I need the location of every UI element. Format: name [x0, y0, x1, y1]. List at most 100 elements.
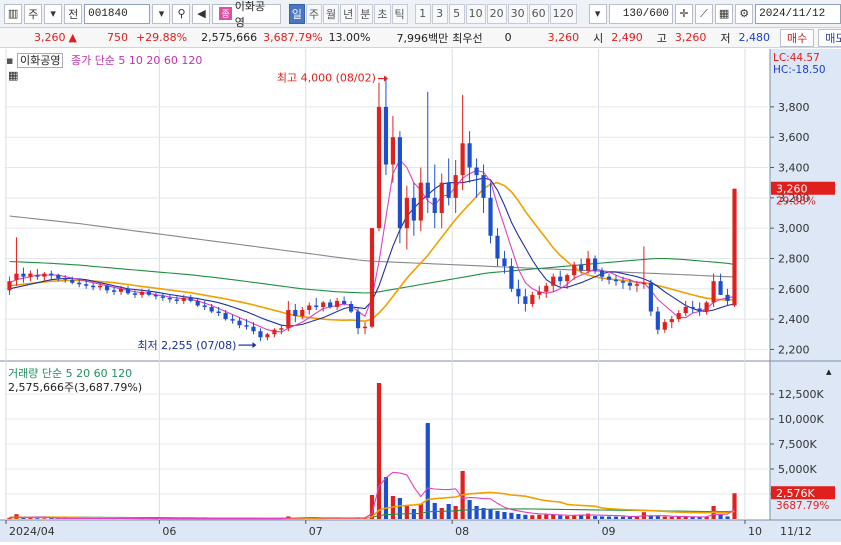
period-tab-8[interactable]: 3 — [431, 3, 448, 24]
x-tick-label: 07 — [309, 525, 323, 538]
candle-body — [49, 273, 54, 276]
date-input[interactable]: 2024/11/12 — [755, 3, 841, 24]
period-tab-4[interactable]: 분 — [357, 3, 374, 24]
chart-area[interactable]: 2024/0406070809101111/123,8003,6003,4003… — [0, 49, 841, 542]
candle-body — [690, 306, 695, 309]
price-tick-label: 3,800 — [778, 101, 810, 114]
period-tab-1[interactable]: 주 — [305, 3, 323, 24]
volume-bar — [516, 514, 521, 519]
stock-name: 이화공영 — [234, 0, 266, 29]
period-tab-0[interactable]: 일 — [288, 3, 305, 24]
price-tick-label: 2,400 — [778, 313, 810, 326]
price-tick-label: 2,800 — [778, 252, 810, 265]
volume-ratio: 3,687.79% — [263, 31, 323, 44]
candle-body — [551, 276, 556, 286]
stock-code-input[interactable]: 001840 — [84, 3, 151, 24]
candle-body — [42, 273, 47, 277]
candle-body — [63, 278, 68, 280]
candle-body — [153, 294, 158, 297]
volume-bar — [655, 516, 660, 519]
candle-body — [28, 273, 33, 277]
candle-body — [188, 297, 193, 301]
price-tick-label: 3,600 — [778, 131, 810, 144]
candle-body — [125, 288, 131, 294]
period-dropdown-icon[interactable]: ▾ — [588, 3, 607, 24]
volume-tick-label: 12,500K — [778, 388, 824, 401]
last-price-tag-text: 3,260 — [776, 183, 808, 196]
period-tab-14[interactable]: 120 — [549, 3, 577, 24]
low-label: 저 — [720, 31, 731, 45]
change-value: 750 — [106, 31, 128, 44]
candle-body — [418, 182, 423, 221]
candle-body — [495, 235, 500, 259]
candle-body — [586, 258, 591, 271]
panel-resize-icon[interactable]: ▴ — [826, 365, 832, 378]
search-icon[interactable]: ⚲ — [172, 3, 191, 24]
draw-tool-icon[interactable]: ⟋ — [695, 3, 714, 24]
open-price: 2,490 — [611, 31, 643, 44]
period-tab-6[interactable]: 틱 — [391, 3, 408, 24]
period-tab-11[interactable]: 20 — [486, 3, 507, 24]
candle-body — [599, 270, 605, 277]
period-tab-13[interactable]: 60 — [528, 3, 549, 24]
chart-svg[interactable]: 2024/0406070809101111/123,8003,6003,4003… — [0, 49, 841, 542]
candle-body — [565, 275, 570, 282]
period-tab-3[interactable]: 년 — [340, 3, 357, 24]
candle-body — [118, 288, 124, 292]
volume-bar — [418, 504, 423, 519]
data-count-field[interactable]: 130/600 — [608, 3, 674, 24]
candle-body — [98, 285, 103, 288]
volume-bar — [383, 477, 389, 519]
candle-body — [77, 282, 82, 285]
candle-body — [230, 319, 235, 321]
buy-button[interactable]: 매수 — [780, 28, 815, 47]
speaker-icon[interactable]: ◀ — [192, 3, 211, 24]
candle-body — [286, 310, 291, 329]
period-tab-2[interactable]: 월 — [323, 3, 340, 24]
turnover-rate: 13.00% — [328, 31, 371, 44]
volume-bar — [376, 383, 382, 519]
volume-bar — [592, 516, 598, 519]
period-tab-7[interactable]: 1 — [414, 3, 431, 24]
period-tab-12[interactable]: 30 — [507, 3, 528, 24]
price-legend-ma: 종가 단순 5 10 20 60 120 — [70, 54, 203, 67]
grid-icon[interactable]: ▦ — [715, 3, 734, 24]
volume-bar — [606, 516, 612, 519]
candle-body — [174, 299, 179, 301]
code-dropdown-icon[interactable]: ▾ — [152, 3, 171, 24]
volume-tick-label: 10,000K — [778, 413, 824, 426]
chevron-down-icon[interactable]: ▾ — [44, 3, 63, 24]
x-tick-label: 2024/04 — [9, 525, 55, 538]
candle-body — [606, 276, 612, 280]
candle-body — [35, 275, 40, 277]
candle-body — [265, 334, 270, 338]
candle-body — [474, 167, 479, 176]
volume-bar — [509, 512, 514, 519]
candle-body — [655, 311, 660, 330]
market-select-button[interactable]: 주 — [24, 3, 43, 24]
table-icon[interactable]: ▦ — [8, 69, 18, 82]
candle-body — [669, 319, 674, 323]
gear-icon[interactable]: ⚙ — [735, 3, 754, 24]
volume-bar — [572, 515, 577, 519]
period-tab-9[interactable]: 5 — [448, 3, 465, 24]
open-label: 시 — [593, 31, 604, 45]
x-tick-label: 09 — [602, 525, 616, 538]
period-tab-5[interactable]: 초 — [374, 3, 391, 24]
stock-name-field[interactable]: 종 이화공영 — [212, 0, 281, 29]
volume-bar — [732, 493, 737, 519]
candle-body — [355, 311, 361, 329]
crosshair-icon[interactable]: ✛ — [675, 3, 694, 24]
candle-body — [390, 137, 396, 165]
legend-menu-icon[interactable]: ▪ — [6, 54, 13, 67]
candle-body — [446, 182, 451, 198]
prev-button[interactable]: 전 — [64, 3, 83, 24]
candle-body — [56, 275, 61, 279]
sell-button[interactable]: 매도 — [818, 28, 841, 47]
volume-value-label: 2,575,666주(3,687.79%) — [8, 381, 143, 394]
candle-body — [592, 258, 598, 271]
period-tab-10[interactable]: 10 — [465, 3, 486, 24]
candle-body — [307, 305, 312, 311]
chart-type-icon[interactable]: ▥ — [4, 3, 23, 24]
candle-body — [641, 282, 646, 285]
